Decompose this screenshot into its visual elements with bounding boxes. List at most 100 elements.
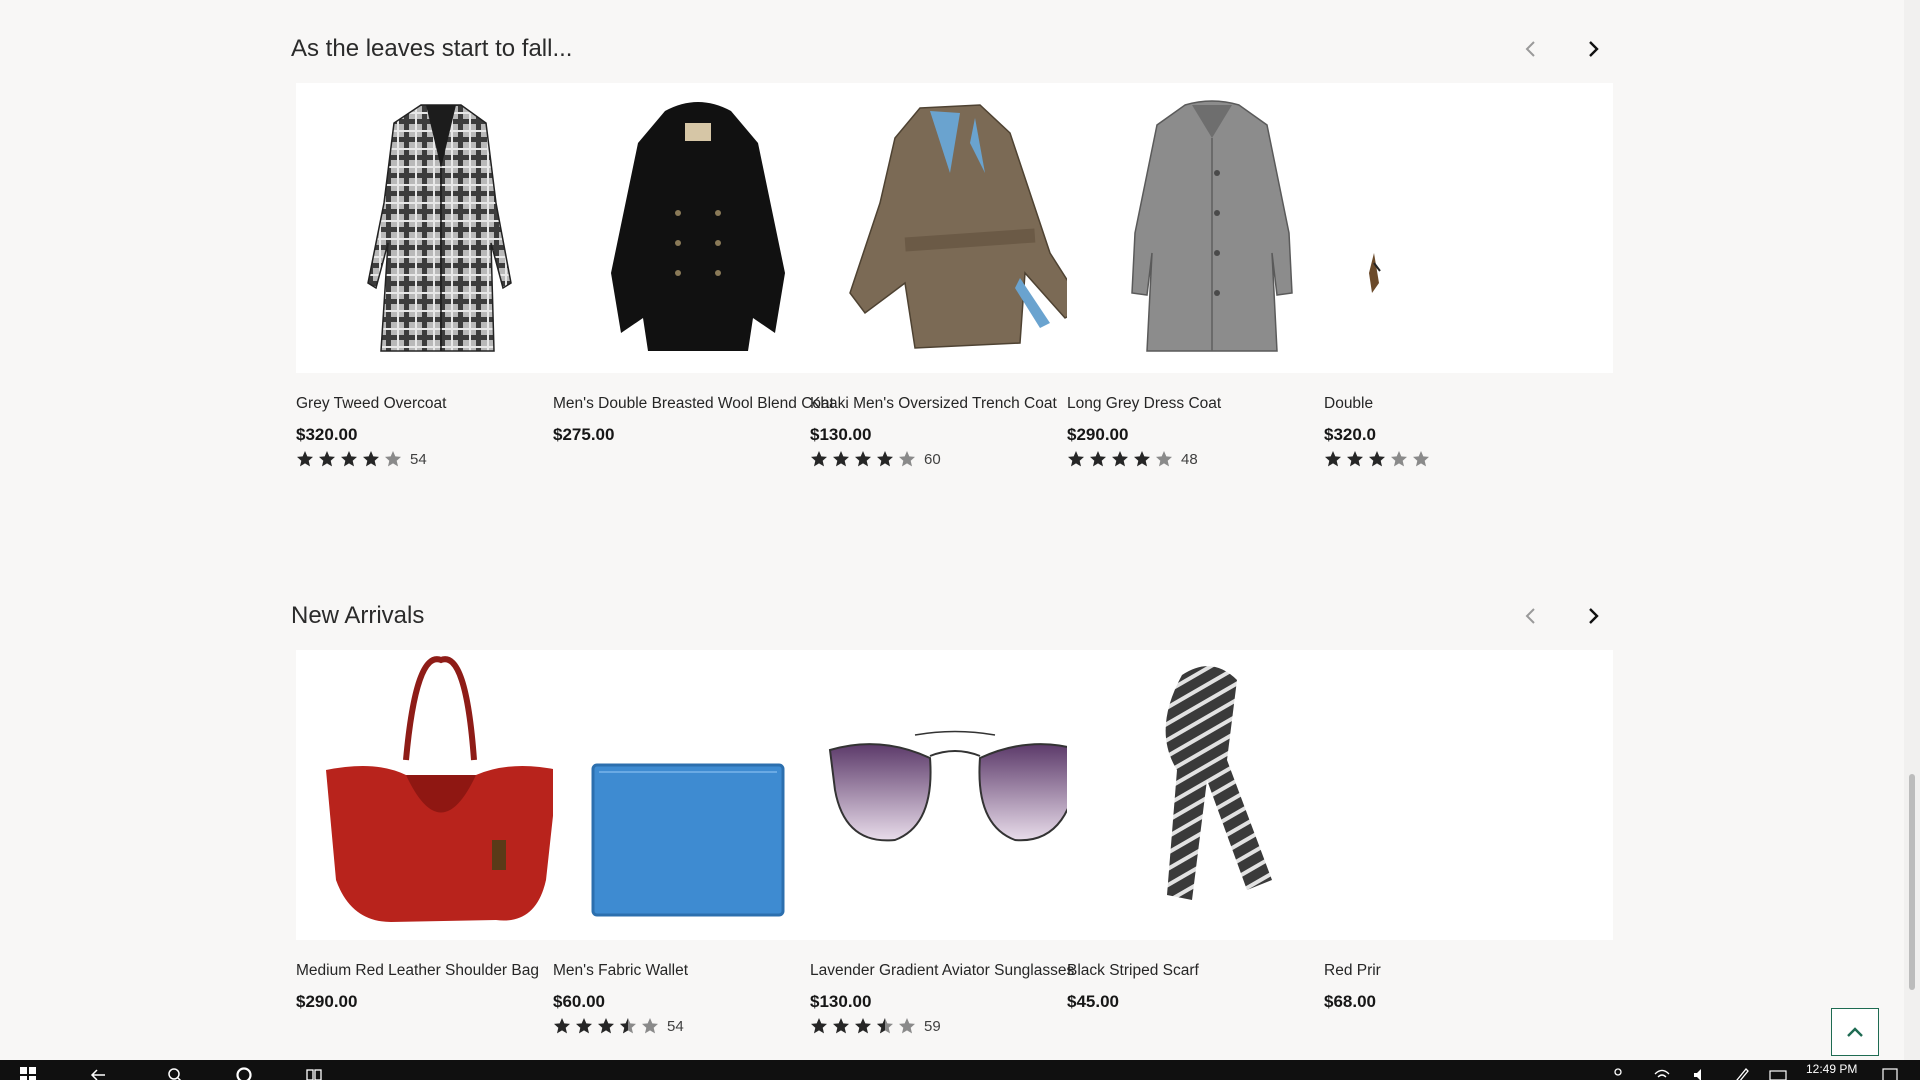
product-card[interactable]: Khaki Men's Oversized Trench Coat $130.00… xyxy=(810,83,1100,469)
product-image[interactable] xyxy=(1067,83,1357,373)
star-filled-icon xyxy=(297,451,313,467)
product-name[interactable]: Black Striped Scarf xyxy=(1067,962,1357,980)
product-rating: 54 xyxy=(553,1016,843,1036)
product-image[interactable] xyxy=(1067,650,1357,940)
star-filled-icon xyxy=(1112,451,1128,467)
tray-keyboard-icon[interactable] xyxy=(1768,1066,1788,1080)
product-rating: 54 xyxy=(296,449,586,469)
star-filled-icon xyxy=(855,451,871,467)
tray-wifi-icon[interactable] xyxy=(1652,1066,1672,1080)
product-name[interactable]: Medium Red Leather Shoulder Bag xyxy=(296,962,586,980)
product-card[interactable]: Grey Tweed Overcoat $320.00 54 xyxy=(296,83,586,469)
start-button[interactable] xyxy=(18,1066,38,1080)
product-price: $290.00 xyxy=(296,992,358,1011)
product-name[interactable]: Long Grey Dress Coat xyxy=(1067,395,1357,413)
section-header: As the leaves start to fall... xyxy=(291,31,1613,71)
product-price: $45.00 xyxy=(1067,992,1119,1011)
star-filled-icon xyxy=(1369,451,1385,467)
star-filled-icon xyxy=(855,1018,871,1034)
pen-icon xyxy=(1736,1068,1749,1080)
back-to-top-button[interactable] xyxy=(1831,1008,1879,1056)
volume-icon xyxy=(1694,1069,1701,1080)
star-filled-icon xyxy=(1325,451,1341,467)
product-image[interactable] xyxy=(296,650,586,940)
star-half-icon xyxy=(620,1018,636,1034)
product-card[interactable]: Red Prir $68.00 xyxy=(1324,650,1613,1012)
star-filled-icon xyxy=(811,451,827,467)
product-price: $130.00 xyxy=(810,425,872,444)
back-arrow-icon xyxy=(90,1069,105,1080)
carousel-next-button[interactable] xyxy=(1575,598,1611,634)
product-image[interactable] xyxy=(1324,83,1613,373)
product-image[interactable] xyxy=(553,83,843,373)
section-title: New Arrivals xyxy=(291,602,425,629)
search-button[interactable] xyxy=(165,1066,185,1080)
carousel-section-fall: As the leaves start to fall... Grey Twee… xyxy=(291,31,1613,468)
keyboard-icon xyxy=(1769,1070,1787,1080)
star-filled-icon xyxy=(1068,451,1084,467)
section-title: As the leaves start to fall... xyxy=(291,35,573,62)
product-rating: 60 xyxy=(810,449,1100,469)
page-scrollbar[interactable] xyxy=(1904,0,1920,1060)
task-view-button[interactable] xyxy=(304,1066,324,1080)
star-empty-icon xyxy=(1156,451,1172,467)
star-empty-icon xyxy=(642,1018,658,1034)
cortana-button[interactable] xyxy=(234,1066,254,1080)
product-rating: 48 xyxy=(1067,449,1357,469)
product-card[interactable]: Long Grey Dress Coat $290.00 48 xyxy=(1067,83,1357,469)
taskbar-clock[interactable]: 12:49 PM xyxy=(1806,1062,1857,1076)
star-filled-icon xyxy=(598,1018,614,1034)
product-price: $320.0 xyxy=(1324,425,1376,444)
product-image[interactable] xyxy=(1324,650,1613,940)
product-name[interactable]: Men's Fabric Wallet xyxy=(553,962,843,980)
action-center-button[interactable] xyxy=(1880,1066,1900,1080)
carousel-next-button[interactable] xyxy=(1575,31,1611,67)
product-image[interactable] xyxy=(810,83,1100,373)
product-card[interactable]: Lavender Gradient Aviator Sunglasses $130… xyxy=(810,650,1100,1036)
product-price: $275.00 xyxy=(553,425,615,444)
product-card[interactable]: Double $320.0 xyxy=(1324,83,1613,469)
product-name[interactable]: Khaki Men's Oversized Trench Coat xyxy=(810,395,1100,413)
product-rating xyxy=(1324,449,1613,469)
product-name[interactable]: Red Prir xyxy=(1324,962,1613,980)
chevron-left-icon xyxy=(1525,608,1535,624)
product-card[interactable]: Black Striped Scarf $45.00 xyxy=(1067,650,1357,1012)
windows-taskbar: 12:49 PM xyxy=(0,1060,1920,1080)
product-name[interactable]: Lavender Gradient Aviator Sunglasses xyxy=(810,962,1100,980)
star-empty-icon xyxy=(385,451,401,467)
product-name[interactable]: Grey Tweed Overcoat xyxy=(296,395,586,413)
star-empty-icon xyxy=(1413,451,1429,467)
star-filled-icon xyxy=(811,1018,827,1034)
star-filled-icon xyxy=(833,451,849,467)
product-image[interactable] xyxy=(810,650,1100,940)
tray-pen-icon[interactable] xyxy=(1732,1066,1752,1080)
product-image[interactable] xyxy=(296,83,586,373)
product-card[interactable]: Men's Fabric Wallet $60.00 54 xyxy=(553,650,843,1036)
tray-volume-icon[interactable] xyxy=(1690,1066,1710,1080)
chevron-right-icon xyxy=(1589,608,1599,624)
product-image[interactable] xyxy=(553,650,843,940)
star-empty-icon xyxy=(899,451,915,467)
product-price: $60.00 xyxy=(553,992,605,1011)
scrollbar-thumb[interactable] xyxy=(1909,774,1915,990)
carousel-prev-button[interactable] xyxy=(1513,31,1549,67)
tray-notification-icon[interactable] xyxy=(1608,1066,1628,1080)
product-price: $68.00 xyxy=(1324,992,1376,1011)
product-rating: 59 xyxy=(810,1016,1100,1036)
task-view-icon xyxy=(306,1069,322,1080)
product-card[interactable]: Men's Double Breasted Wool Blend Coat $27… xyxy=(553,83,843,445)
star-empty-icon xyxy=(899,1018,915,1034)
notification-icon xyxy=(1882,1068,1898,1080)
chevron-left-icon xyxy=(1525,41,1535,57)
section-header: New Arrivals xyxy=(291,598,1613,638)
star-filled-icon xyxy=(1134,451,1150,467)
back-button[interactable] xyxy=(88,1066,108,1080)
product-card[interactable]: Medium Red Leather Shoulder Bag $290.00 xyxy=(296,650,586,1012)
star-filled-icon xyxy=(877,451,893,467)
review-count: 59 xyxy=(924,1017,941,1035)
product-name[interactable]: Men's Double Breasted Wool Blend Coat xyxy=(553,395,843,413)
carousel-prev-button[interactable] xyxy=(1513,598,1549,634)
windows-logo-icon xyxy=(20,1067,36,1080)
product-name[interactable]: Double xyxy=(1324,395,1613,413)
product-carousel: Medium Red Leather Shoulder Bag $290.00 M… xyxy=(296,650,1613,1070)
